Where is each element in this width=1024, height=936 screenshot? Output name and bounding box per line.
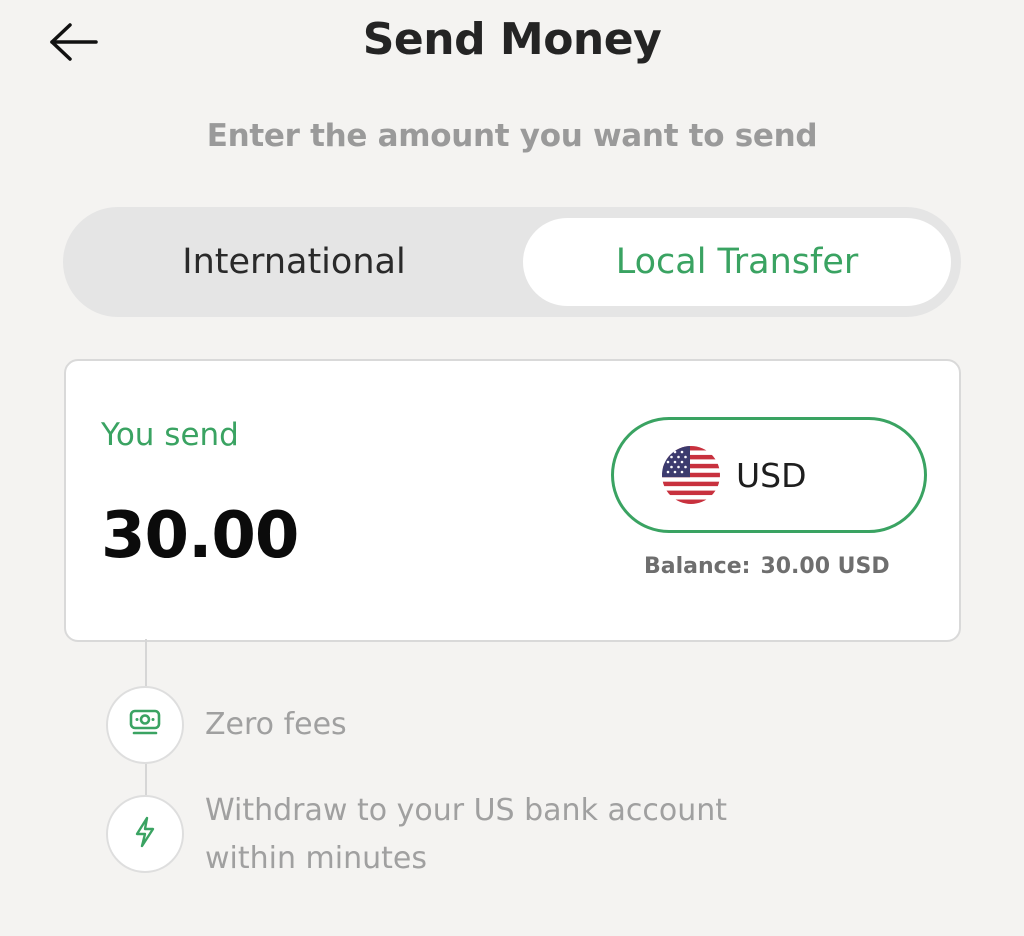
amount-input[interactable]: 30.00 xyxy=(101,499,299,573)
feature-withdraw-line2: within minutes xyxy=(205,841,427,876)
balance-value: 30.00 USD xyxy=(760,554,890,579)
you-send-label: You send xyxy=(101,417,239,453)
feature-zero-fees: Zero fees xyxy=(205,707,347,742)
us-flag-icon xyxy=(662,446,720,504)
feature-withdraw: Withdraw to your US bank account within … xyxy=(205,787,727,883)
page-title: Send Money xyxy=(362,14,662,65)
feature-icon-circle xyxy=(106,686,184,764)
tab-local-transfer[interactable]: Local Transfer xyxy=(523,218,951,306)
currency-code: USD xyxy=(736,455,807,495)
send-amount-card: You send 30.00 USD Balance: 30.00 USD xyxy=(64,359,961,642)
balance-info: Balance: 30.00 USD xyxy=(644,554,890,579)
lightning-icon xyxy=(133,816,157,852)
balance-label: Balance: xyxy=(644,554,751,579)
tab-international[interactable]: International xyxy=(74,218,514,306)
currency-selector[interactable]: USD xyxy=(611,417,927,533)
feature-withdraw-line1: Withdraw to your US bank account xyxy=(205,793,727,828)
feature-icon-circle xyxy=(106,795,184,873)
money-icon xyxy=(129,708,161,742)
page-subtitle: Enter the amount you want to send xyxy=(206,118,818,154)
transfer-type-toggle: International Local Transfer xyxy=(63,207,961,317)
